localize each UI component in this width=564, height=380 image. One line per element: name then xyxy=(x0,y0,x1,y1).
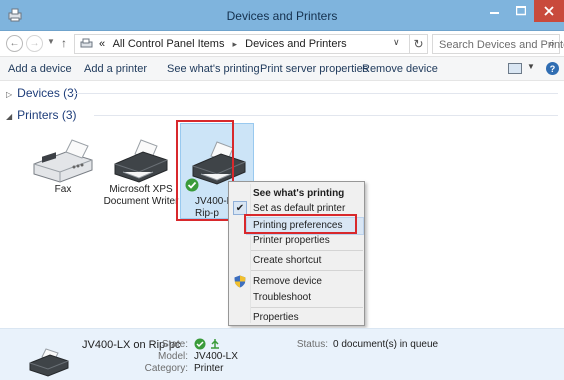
collapse-icon: ◢ xyxy=(6,112,13,121)
menu-item-printer-properties[interactable]: Printer properties xyxy=(253,235,330,246)
command-bar: Add a device Add a printer See what's pr… xyxy=(0,57,564,81)
breadcrumb-devices-and-printers[interactable]: Devices and Printers xyxy=(245,38,347,50)
printer-item-fax[interactable]: Fax xyxy=(28,138,98,196)
menu-item-properties[interactable]: Properties xyxy=(253,312,299,323)
title-bar[interactable]: Devices and Printers xyxy=(0,0,564,31)
printer-label: Fax xyxy=(54,184,72,195)
printer-icon xyxy=(114,139,168,183)
minimize-icon xyxy=(490,12,499,14)
help-icon[interactable]: ? xyxy=(546,62,559,75)
minimize-button[interactable] xyxy=(482,0,508,22)
printer-label: Microsoft XPS Document Writer xyxy=(103,184,179,207)
recent-locations-dropdown[interactable]: ▼ xyxy=(47,37,55,46)
details-pane: JV400-LX on Rip-pc State: Model: JV400-L… xyxy=(0,328,564,380)
search-input[interactable]: Search Devices and Printers xyxy=(439,39,564,51)
menu-separator xyxy=(251,250,363,251)
print-server-properties-button[interactable]: Print server properties xyxy=(260,63,368,75)
shield-icon xyxy=(234,275,246,288)
model-value: JV400-LX xyxy=(194,351,238,362)
category-label: Category: xyxy=(144,363,188,374)
address-bar[interactable]: « All Control Panel Items ▸ Devices and … xyxy=(74,34,410,54)
refresh-button[interactable]: ↻ xyxy=(410,34,428,54)
menu-separator xyxy=(251,307,363,308)
search-box[interactable]: Search Devices and Printers ⌕ xyxy=(432,34,564,54)
maximize-icon xyxy=(516,6,526,16)
fax-icon xyxy=(33,139,93,183)
breadcrumb-all-control-panel-items[interactable]: All Control Panel Items xyxy=(113,38,225,50)
menu-gutter xyxy=(250,184,251,323)
expand-icon: ▷ xyxy=(6,90,13,99)
model-label: Model: xyxy=(157,351,188,362)
breadcrumb-overflow[interactable]: « xyxy=(99,38,105,50)
callout-highlight xyxy=(176,120,234,221)
menu-item-see-whats-printing[interactable]: See what's printing xyxy=(253,188,344,199)
menu-item-create-shortcut[interactable]: Create shortcut xyxy=(253,255,321,266)
address-toolbar: ← → ▼ ↑ « All Control Panel Items ▸ Devi… xyxy=(0,31,564,57)
address-history-dropdown[interactable]: ∨ xyxy=(393,37,400,48)
add-printer-button[interactable]: Add a printer xyxy=(84,63,147,75)
state-label: State: xyxy=(161,339,188,350)
back-arrow-icon: ← xyxy=(9,38,20,49)
printer-thumbnail-icon xyxy=(29,348,69,377)
menu-item-troubleshoot[interactable]: Troubleshoot xyxy=(253,292,311,303)
devices-group-label: Devices (3) xyxy=(17,86,78,100)
back-button[interactable]: ← xyxy=(6,35,23,52)
menu-separator xyxy=(251,270,363,271)
up-arrow-icon: ↑ xyxy=(61,36,67,50)
close-icon xyxy=(544,6,554,16)
forward-button[interactable]: → xyxy=(26,35,43,52)
control-panel-icon xyxy=(80,38,93,48)
status-label: Status: xyxy=(296,339,328,350)
forward-arrow-icon: → xyxy=(29,38,40,49)
window-title: Devices and Printers xyxy=(226,9,338,23)
close-button[interactable] xyxy=(534,0,564,22)
maximize-button[interactable] xyxy=(508,0,534,22)
breadcrumb-chevron-icon[interactable]: ▸ xyxy=(233,39,238,49)
refresh-icon: ↻ xyxy=(413,37,424,51)
up-button[interactable]: ↑ xyxy=(61,36,67,50)
group-divider xyxy=(94,115,558,116)
devices-group-header[interactable]: ▷ Devices (3) xyxy=(6,86,78,100)
printers-group-label: Printers (3) xyxy=(17,108,77,122)
callout-highlight xyxy=(244,214,357,234)
remove-device-button[interactable]: Remove device xyxy=(362,63,438,75)
category-value: Printer xyxy=(194,363,224,374)
printer-item-xps[interactable]: Microsoft XPS Document Writer xyxy=(102,138,180,208)
network-printer-icon xyxy=(211,339,219,349)
menu-item-remove-device[interactable]: Remove device xyxy=(253,276,322,287)
group-divider xyxy=(72,93,558,94)
add-device-button[interactable]: Add a device xyxy=(8,63,72,75)
printers-group-header[interactable]: ◢ Printers (3) xyxy=(6,108,77,122)
see-whats-printing-button[interactable]: See what's printing xyxy=(167,63,260,75)
context-menu: See what's printing ✔ Set as default pri… xyxy=(228,181,365,326)
state-ok-icon xyxy=(194,338,206,350)
change-view-dropdown[interactable]: ▼ xyxy=(527,62,535,71)
menu-item-set-default[interactable]: Set as default printer xyxy=(253,203,345,214)
change-view-icon[interactable] xyxy=(508,63,522,74)
status-value: 0 document(s) in queue xyxy=(333,339,439,350)
search-icon[interactable]: ⌕ xyxy=(549,38,555,51)
check-icon: ✔ xyxy=(233,201,247,215)
